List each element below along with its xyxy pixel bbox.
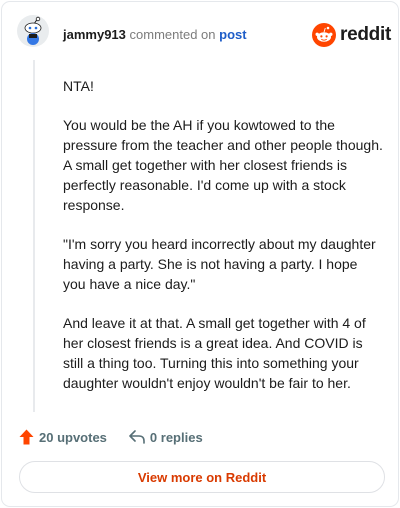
reddit-brand[interactable]: reddit: [312, 22, 391, 48]
post-link[interactable]: post: [219, 27, 246, 42]
comment-paragraph: You would be the AH if you kowtowed to t…: [63, 117, 383, 213]
thread-line[interactable]: [33, 60, 35, 412]
reddit-logo-icon: [312, 23, 336, 47]
upvotes-count: 20 upvotes: [39, 429, 107, 445]
reply-arrow-icon: [129, 430, 145, 444]
username-link[interactable]: jammy913: [63, 27, 126, 42]
reddit-wordmark: reddit: [340, 24, 391, 45]
replies-button[interactable]: 0 replies: [129, 430, 203, 445]
view-more-button[interactable]: View more on Reddit: [19, 461, 385, 493]
comment-body: NTA! You would be the AH if you kowtowed…: [63, 76, 383, 412]
comment-actions: 20 upvotes 0 replies: [19, 427, 203, 447]
comment-paragraph: "I'm sorry you heard incorrectly about m…: [63, 236, 376, 292]
embedded-comment-card: jammy913 commented on post reddit NTA! Y…: [1, 1, 399, 507]
replies-count: 0 replies: [149, 429, 203, 445]
commented-on-text: commented on: [129, 27, 216, 42]
avatar-icon[interactable]: [17, 15, 49, 47]
comment-paragraph: And leave it at that. A small get togeth…: [63, 315, 366, 391]
comment-header: jammy913 commented on post: [63, 27, 247, 43]
comment-paragraph: NTA!: [63, 78, 94, 94]
upvote-arrow-icon: [19, 429, 34, 445]
upvote-button[interactable]: 20 upvotes: [19, 429, 107, 445]
